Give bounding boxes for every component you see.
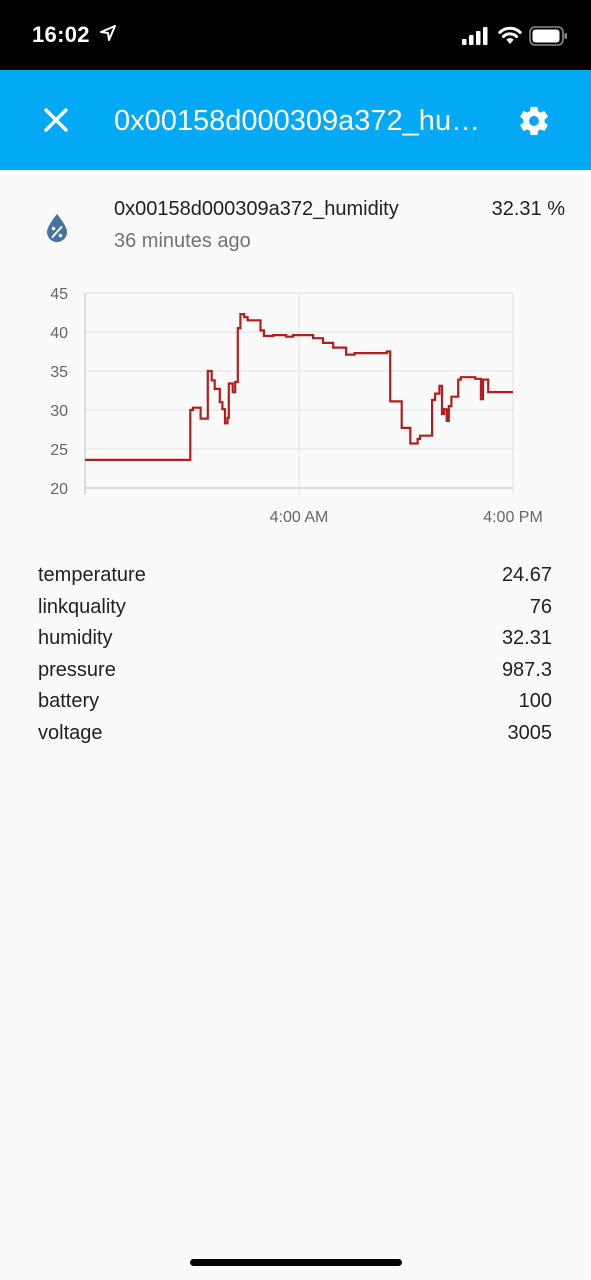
- cellular-signal-icon: [462, 27, 488, 45]
- entity-last-changed: 36 minutes ago: [114, 230, 251, 252]
- x-tick-label: 4:00 AM: [270, 509, 329, 526]
- location-arrow-icon: [100, 25, 116, 41]
- home-indicator: [190, 1259, 402, 1266]
- y-tick-label: 45: [50, 286, 68, 303]
- attribute-name: voltage: [38, 721, 103, 744]
- battery-icon: [529, 26, 567, 46]
- attribute-name: temperature: [38, 564, 146, 586]
- gear-icon: [520, 106, 548, 136]
- attribute-row: temperature 24.67: [38, 560, 552, 592]
- status-time: 16:02: [32, 22, 90, 47]
- attribute-row: pressure 987.3: [38, 655, 552, 687]
- y-tick-label: 40: [50, 325, 68, 342]
- attribute-name: pressure: [38, 658, 116, 681]
- history-chart[interactable]: 45 40 35 30 25 20 4:00 AM 4:00 PM: [0, 280, 591, 540]
- attribute-row: battery 100: [38, 686, 552, 718]
- entity-state-value: 32.31 %: [491, 198, 565, 220]
- attribute-row: voltage 3005: [38, 718, 552, 750]
- attribute-value: 3005: [507, 721, 553, 744]
- x-tick-label: 4:00 PM: [483, 509, 543, 526]
- attribute-value: 987.3: [501, 658, 552, 681]
- dialog-title: 0x00158d000309a372_humidity: [114, 105, 499, 137]
- y-tick-label: 30: [50, 403, 68, 420]
- attribute-value: 24.67: [501, 564, 552, 586]
- attribute-row: linkquality 76: [38, 592, 552, 624]
- attribute-value: 100: [518, 690, 552, 712]
- close-icon: [44, 108, 68, 132]
- y-tick-label: 20: [50, 481, 68, 498]
- wifi-icon: [498, 26, 522, 44]
- history-chart-svg: 45 40 35 30 25 20 4:00 AM 4:00 PM: [50, 286, 543, 526]
- close-button[interactable]: [32, 96, 80, 144]
- status-bar: 16:02: [0, 0, 591, 70]
- y-tick-label: 25: [50, 442, 68, 459]
- water-percent-icon: [47, 214, 67, 242]
- attribute-name: humidity: [38, 627, 113, 649]
- attribute-row: humidity 32.31: [38, 623, 552, 655]
- attribute-name: battery: [38, 690, 100, 712]
- attribute-name: linkquality: [38, 595, 126, 618]
- entity-state-row: 0x00158d000309a372_humidity 36 minutes a…: [0, 190, 591, 260]
- attribute-value: 76: [529, 595, 552, 618]
- attributes-table: temperature 24.67 linkquality 76 humidity 32.…: [38, 560, 552, 749]
- attribute-value: 32.31: [501, 627, 552, 649]
- entity-name: 0x00158d000309a372_humidity: [114, 198, 399, 220]
- dialog-header: 0x00158d000309a372_humidity: [0, 70, 591, 170]
- settings-button[interactable]: [510, 96, 558, 144]
- y-tick-label: 35: [50, 364, 68, 381]
